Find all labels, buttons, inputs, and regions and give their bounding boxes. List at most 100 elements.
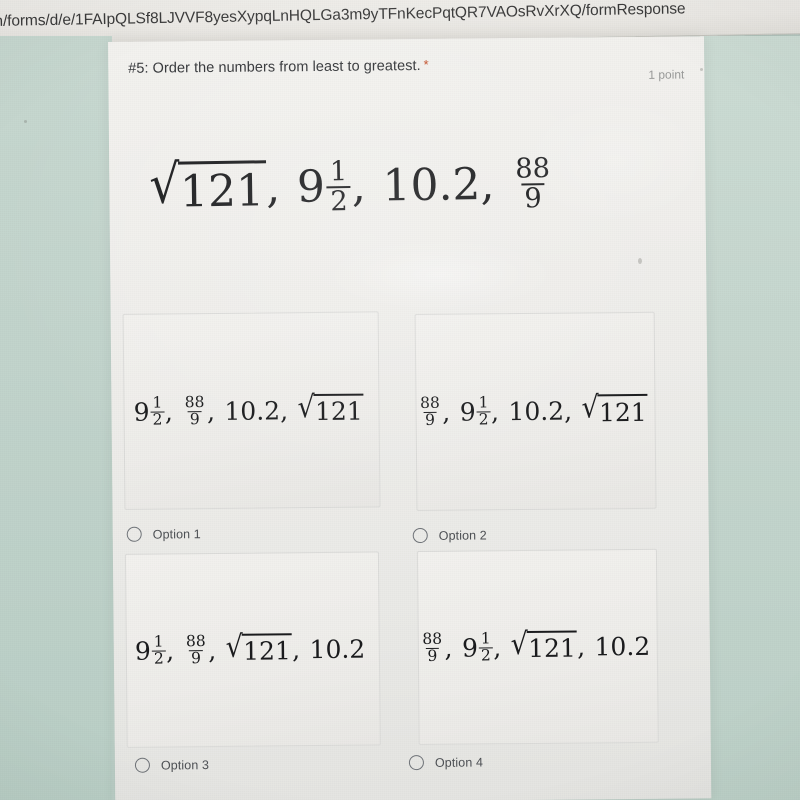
radical-sign: √ xyxy=(297,389,315,425)
math-separator: , xyxy=(493,632,502,662)
radicand: 121 xyxy=(241,633,293,666)
fraction-denominator: 2 xyxy=(476,410,491,429)
math-separator: , xyxy=(563,396,573,426)
radical-sign: √ xyxy=(225,629,244,665)
points-label: 1 point xyxy=(648,67,685,82)
option-label-4: Option 4 xyxy=(434,754,484,770)
fraction-denominator: 2 xyxy=(479,645,493,664)
required-asterisk: * xyxy=(423,56,429,72)
math-separator: , xyxy=(442,397,451,427)
mixed-whole-part: 9 xyxy=(461,632,479,663)
math-fraction: 88 9, xyxy=(418,394,460,429)
math-mixed-number: 912, xyxy=(296,156,382,217)
math-separator: , xyxy=(444,633,453,663)
radical-sign: √ xyxy=(148,153,181,216)
fraction-denominator: 9 xyxy=(423,410,437,429)
math-separator: , xyxy=(480,159,495,211)
option-row-4[interactable]: Option 4 xyxy=(408,754,484,771)
fraction-numerator: 1 xyxy=(152,393,163,412)
math-fraction: 88 9, xyxy=(420,629,462,665)
fraction-numerator: 88 xyxy=(422,629,443,648)
fraction-denominator: 9 xyxy=(189,648,203,667)
fraction-numerator: 1 xyxy=(329,156,348,188)
math-sqrt: √ 121 xyxy=(297,389,369,427)
radicand: 121 xyxy=(526,630,578,664)
math-number: 10.2, xyxy=(382,159,495,212)
google-form-question-card: #5: Order the numbers from least to grea… xyxy=(108,36,712,800)
fraction-numerator: 88 xyxy=(419,394,440,413)
math-number: 10.2, xyxy=(224,395,289,426)
option-expression-2: 88 9, 9 1 2, 10.2, √ 121 xyxy=(418,390,654,429)
math-fraction: 88 9, xyxy=(183,631,225,667)
math-separator: , xyxy=(166,635,175,665)
radicand: 121 xyxy=(177,159,267,218)
math-separator: , xyxy=(208,635,217,665)
math-separator: , xyxy=(265,162,281,214)
math-mixed-number: 912, xyxy=(461,629,511,664)
math-separator: , xyxy=(164,396,173,426)
option-expression-1: 9 1 2, 88 9, 10.2, √ 121 xyxy=(133,389,369,429)
math-mixed-number: 912, xyxy=(134,632,184,668)
radio-button-option-4[interactable] xyxy=(408,755,425,771)
mixed-whole-part: 9 xyxy=(133,397,150,427)
math-separator: , xyxy=(490,397,500,427)
math-fraction: 88 9 xyxy=(511,153,565,214)
fraction-denominator: 9 xyxy=(520,182,546,214)
option-card-4[interactable]: 88 9, 9 1 2, √ 121, 10.2 xyxy=(416,548,659,746)
math-sqrt: √ 121, xyxy=(149,154,297,218)
address-bar-url-text: n/forms/d/e/1FAIpQLSf8LJVVF8yesXypqLnHQL… xyxy=(0,0,686,30)
radio-button-option-3[interactable] xyxy=(134,757,151,773)
option-card-2[interactable]: 88 9, 9 1 2, 10.2, √ 121 xyxy=(414,311,657,512)
option-card-3[interactable]: 9 1 2, 88 9, √ 121, 10.2 xyxy=(124,551,381,748)
photo-of-screen: n/forms/d/e/1FAIpQLSf8LJVVF8yesXypqLnHQL… xyxy=(0,0,800,800)
math-mixed-number: 912, xyxy=(133,393,182,429)
fraction-denominator: 2 xyxy=(150,409,165,429)
option-label-1: Option 1 xyxy=(152,526,201,542)
page-background-left xyxy=(0,36,112,800)
math-number: 10.2 xyxy=(309,634,366,664)
mixed-whole-part: 9 xyxy=(134,636,151,666)
radicand: 121 xyxy=(597,394,649,428)
mixed-whole-part: 9 xyxy=(296,161,326,214)
option-card-1[interactable]: 9 1 2, 88 9, 10.2, √ 121 xyxy=(122,311,381,510)
fraction-numerator: 88 xyxy=(185,631,206,650)
math-separator: , xyxy=(351,161,367,213)
page-background-right xyxy=(700,36,800,800)
fraction-numerator: 1 xyxy=(153,632,164,651)
option-row-3[interactable]: Option 3 xyxy=(134,757,210,773)
option-label-2: Option 2 xyxy=(438,527,487,543)
math-separator: , xyxy=(576,631,586,662)
mixed-whole-part: 9 xyxy=(459,397,476,427)
radio-button-option-2[interactable] xyxy=(412,527,428,544)
radical-sign: √ xyxy=(510,626,529,662)
prompt-expression: √ 121, 9 1 2, 10.2, 88 9 xyxy=(149,153,680,218)
option-expression-3: 9 1 2, 88 9, √ 121, 10.2 xyxy=(134,629,371,668)
math-mixed-number: 912, xyxy=(459,393,509,429)
math-separator: , xyxy=(279,395,289,425)
fraction-numerator: 88 xyxy=(515,153,551,185)
option-label-3: Option 3 xyxy=(160,757,210,773)
question-title-text: #5: Order the numbers from least to grea… xyxy=(128,58,421,77)
question-header: #5: Order the numbers from least to grea… xyxy=(128,54,688,86)
radio-button-option-1[interactable] xyxy=(126,526,142,542)
math-separator: , xyxy=(291,634,301,664)
option-row-2[interactable]: Option 2 xyxy=(412,527,487,544)
math-separator: , xyxy=(206,396,216,426)
fraction-denominator: 9 xyxy=(425,646,440,665)
math-sqrt: √ 121, xyxy=(225,629,310,666)
radicand: 121 xyxy=(313,393,365,427)
radical-sign: √ xyxy=(581,390,599,426)
page-title: #5: Order the numbers from least to grea… xyxy=(128,57,429,77)
math-number: 10.2 xyxy=(594,631,651,661)
math-sqrt: √ 121 xyxy=(581,390,653,428)
fraction-denominator: 2 xyxy=(151,648,166,668)
option-row-1[interactable]: Option 1 xyxy=(126,526,201,542)
fraction-numerator: 1 xyxy=(480,629,491,648)
math-sqrt: √ 121, xyxy=(510,626,595,664)
math-fraction: 88 9, xyxy=(182,392,224,428)
fraction-denominator: 2 xyxy=(326,185,352,217)
math-number: 10.2, xyxy=(508,396,573,427)
fraction-numerator: 88 xyxy=(184,392,205,411)
option-expression-4: 88 9, 9 1 2, √ 121, 10.2 xyxy=(420,626,656,665)
fraction-numerator: 1 xyxy=(478,393,489,412)
